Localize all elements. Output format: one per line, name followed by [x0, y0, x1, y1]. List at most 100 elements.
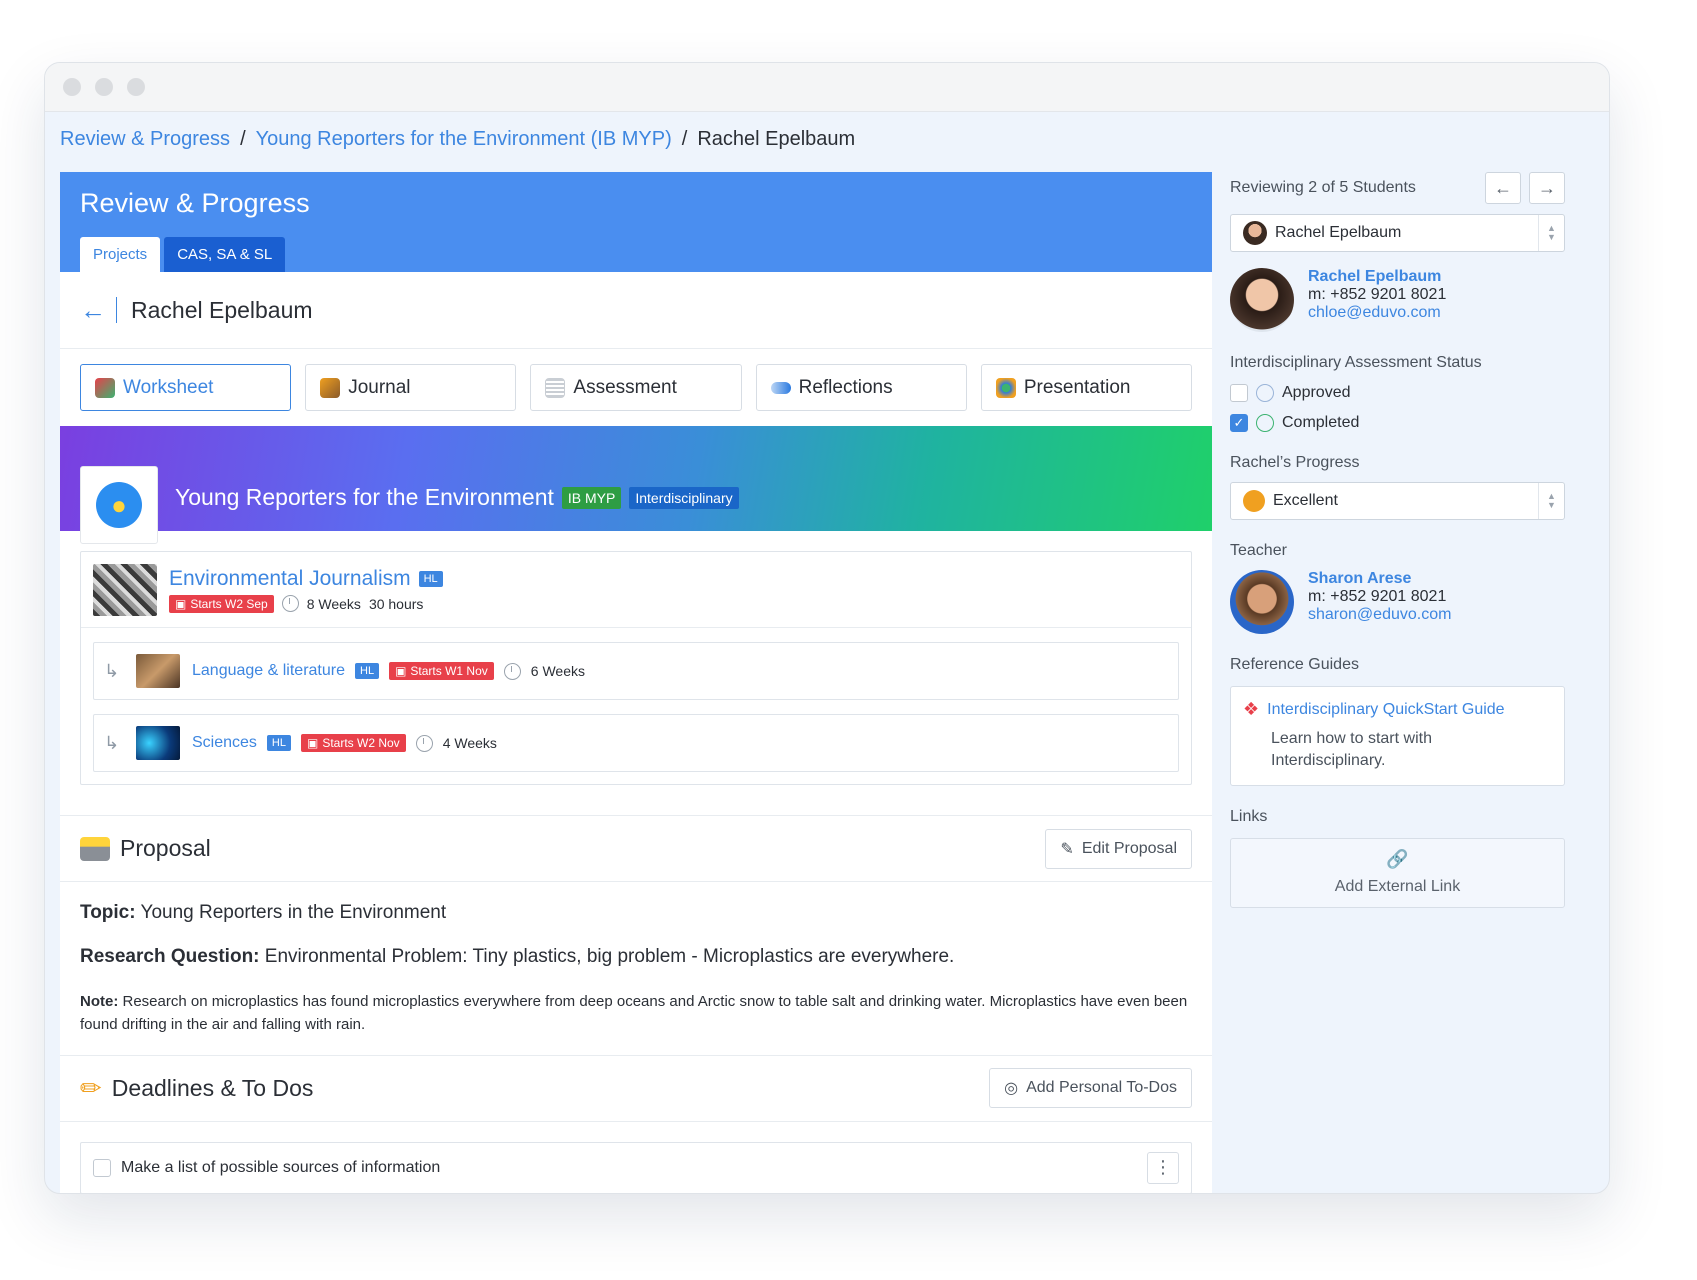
add-external-link-label: Add External Link — [1334, 878, 1461, 896]
teacher-name[interactable]: Sharon Arese — [1308, 570, 1451, 588]
progress-value: Excellent — [1273, 492, 1338, 509]
header-tabs: Projects CAS, SA & SL — [80, 237, 286, 272]
progress-select[interactable]: Excellent ▲ ▼ — [1230, 482, 1565, 520]
student-avatar — [1243, 221, 1267, 245]
course-header: Environmental Journalism HL ▣ Starts W2 S… — [81, 552, 1191, 628]
teacher-title: Teacher — [1230, 542, 1287, 559]
level-badge: HL — [418, 570, 443, 587]
student-profile-phone: m: +852 9201 8021 — [1308, 286, 1447, 303]
subject-weeks: 4 Weeks — [442, 735, 497, 751]
clock-icon — [415, 734, 433, 752]
todo-text: Make a list of possible sources of infor… — [121, 1158, 441, 1176]
approved-checkbox[interactable] — [1230, 384, 1248, 402]
subject-thumbnail — [136, 726, 180, 760]
subdirectory-arrow-icon: ↳ — [104, 660, 120, 681]
edit-proposal-button[interactable]: ✎ Edit Proposal — [1045, 828, 1192, 869]
course-title[interactable]: Environmental Journalism — [169, 567, 411, 591]
approved-label: Approved — [1282, 384, 1351, 401]
tab-presentation[interactable]: Presentation — [980, 364, 1193, 411]
window-minimize-dot[interactable] — [95, 78, 113, 96]
puzzle-icon: ❖ — [1243, 699, 1260, 719]
tab-projects[interactable]: Projects — [80, 237, 161, 272]
trophy-icon — [1243, 490, 1265, 512]
project-title: Young Reporters for the Environment — [175, 484, 554, 510]
worksheet-icon — [95, 377, 115, 398]
tab-worksheet[interactable]: Worksheet — [80, 364, 292, 411]
clock-icon — [503, 662, 521, 680]
subdirectory-arrow-icon: ↳ — [104, 732, 120, 753]
student-profile-email[interactable]: chloe@eduvo.com — [1308, 304, 1446, 322]
clock-icon — [281, 595, 299, 612]
previous-student-button[interactable]: ← — [1485, 172, 1521, 204]
edit-proposal-label: Edit Proposal — [1081, 839, 1177, 857]
course-hours: 30 hours — [368, 595, 424, 612]
back-arrow-icon[interactable]: ← — [80, 295, 108, 326]
kebab-menu-icon[interactable]: ⋮ — [1147, 1151, 1179, 1184]
tab-journal[interactable]: Journal — [305, 364, 517, 411]
lightbulb-icon: ● — [96, 482, 142, 528]
breadcrumb-project[interactable]: Young Reporters for the Environment (IB … — [256, 128, 672, 151]
pencil-icon: ✏ — [80, 1072, 102, 1103]
main-panel: Review & Progress Projects CAS, SA & SL … — [60, 172, 1212, 1193]
window-titlebar — [45, 63, 1609, 112]
select-updown-icon: ▲ ▼ — [1538, 483, 1564, 519]
note-value: Research on microplastics has found micr… — [80, 993, 1188, 1034]
subject-title[interactable]: Language & literature — [192, 662, 345, 680]
student-header: ← Rachel Epelbaum — [60, 272, 1212, 349]
tab-reflections[interactable]: Reflections — [755, 364, 967, 411]
project-logo: ● — [80, 466, 158, 544]
window-maximize-dot[interactable] — [127, 78, 145, 96]
window-close-dot[interactable] — [63, 78, 81, 96]
reflections-icon — [770, 381, 791, 394]
links-title: Links — [1230, 807, 1268, 825]
student-name: Rachel Epelbaum — [131, 296, 313, 323]
guide-description: Learn how to start with Interdisciplinar… — [1271, 730, 1432, 770]
tab-cas-sa-sl[interactable]: CAS, SA & SL — [164, 237, 286, 272]
add-external-link-button[interactable]: 🔗 Add External Link — [1230, 837, 1565, 908]
journal-icon — [320, 377, 341, 398]
tab-journal-label: Journal — [348, 376, 411, 398]
proposal-topic: Topic: Young Reporters in the Environmen… — [80, 902, 1192, 924]
breadcrumb-separator: / — [681, 128, 688, 150]
add-personal-todos-button[interactable]: ◎ Add Personal To-Dos — [989, 1068, 1192, 1108]
proposal-note: Note: Research on microplastics has foun… — [80, 990, 1192, 1037]
completed-checkbox[interactable]: ✓ — [1230, 414, 1248, 432]
breadcrumb-review-progress[interactable]: Review & Progress — [60, 128, 230, 151]
guide-title[interactable]: Interdisciplinary QuickStart Guide — [1267, 701, 1504, 719]
tab-assessment[interactable]: Assessment — [530, 364, 742, 411]
subject-row[interactable]: ↳ Sciences HL ▣ Starts W2 Nov 4 Weeks — [93, 714, 1179, 772]
proposal-body: Topic: Young Reporters in the Environmen… — [60, 882, 1212, 1037]
link-icon: 🔗 — [1386, 849, 1409, 870]
subject-row[interactable]: ↳ Language & literature HL ▣ Starts W1 No… — [93, 642, 1179, 700]
course-card: Environmental Journalism HL ▣ Starts W2 S… — [80, 551, 1192, 785]
deadlines-title: Deadlines & To Dos — [111, 1074, 314, 1101]
ib-myp-badge: IB MYP — [561, 486, 622, 509]
next-student-button[interactable]: → — [1529, 172, 1565, 204]
divider — [116, 297, 117, 323]
subject-thumbnail — [136, 654, 180, 688]
student-profile-name[interactable]: Rachel Epelbaum — [1308, 268, 1446, 286]
start-date-label: Starts W2 Sep — [190, 596, 268, 611]
todo-checkbox[interactable] — [93, 1158, 111, 1177]
teacher-email[interactable]: sharon@eduvo.com — [1308, 606, 1451, 624]
subject-title[interactable]: Sciences — [192, 734, 257, 752]
project-title-row: Young Reporters for the Environment IB M… — [175, 484, 739, 511]
reference-guide-card[interactable]: ❖ Interdisciplinary QuickStart Guide Lea… — [1230, 686, 1565, 786]
reviewing-row: Reviewing 2 of 5 Students ← → — [1230, 172, 1565, 204]
status-completed-row[interactable]: ✓ Completed — [1230, 414, 1565, 432]
breadcrumb-separator: / — [240, 128, 246, 150]
student-select[interactable]: Rachel Epelbaum ▲ ▼ — [1230, 214, 1565, 252]
page-header: Review & Progress Projects CAS, SA & SL — [60, 172, 1212, 272]
tab-reflections-label: Reflections — [798, 376, 893, 398]
calendar-icon: ▣ — [306, 736, 319, 750]
topic-label: Topic: — [80, 902, 136, 923]
interdisciplinary-badge: Interdisciplinary — [629, 486, 739, 509]
add-personal-todos-label: Add Personal To-Dos — [1026, 1079, 1177, 1096]
sidebar: Reviewing 2 of 5 Students ← → Rachel Epe… — [1230, 172, 1565, 908]
status-approved-row[interactable]: Approved — [1230, 384, 1565, 402]
page-title: Review & Progress — [80, 188, 310, 218]
status-title: Interdisciplinary Assessment Status — [1230, 354, 1482, 371]
completed-label: Completed — [1282, 414, 1360, 431]
topic-value: Young Reporters in the Environment — [140, 902, 447, 923]
tab-worksheet-label: Worksheet — [123, 376, 214, 398]
